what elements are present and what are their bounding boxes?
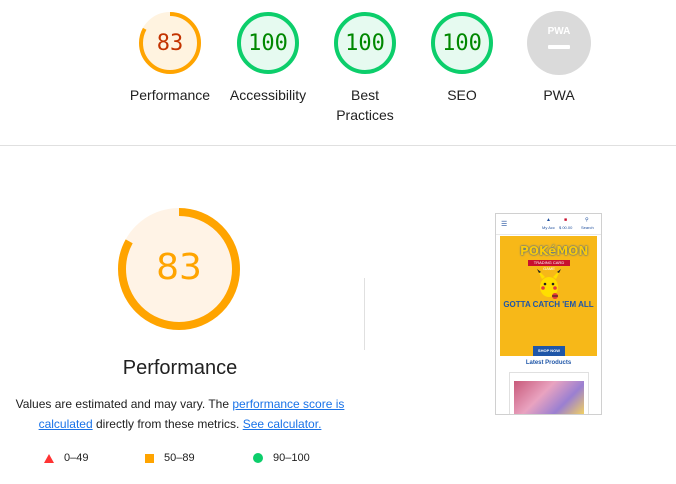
screenshot-product-card bbox=[509, 372, 589, 414]
gauge-performance-score: 83 bbox=[156, 30, 184, 56]
cart-icon: ■ bbox=[564, 217, 568, 223]
gauge-best-practices[interactable]: 100 bbox=[333, 11, 397, 75]
gauge-accessibility-score: 100 bbox=[248, 30, 288, 56]
gauge-seo[interactable]: 100 bbox=[430, 11, 494, 75]
performance-description: Values are estimated and may vary. The p… bbox=[12, 394, 348, 434]
gauge-accessibility-label[interactable]: Accessibility bbox=[218, 85, 318, 105]
screenshot-headline: GOTTA CATCH 'EM ALL bbox=[503, 300, 594, 309]
final-screenshot-thumbnail[interactable]: ☰ ▲ My Acc ■ $ 00.00 ⚲ Search POKéMON TR… bbox=[495, 213, 602, 415]
screenshot-nav-search: Search bbox=[581, 225, 594, 230]
screenshot-brand-logo: POKéMON bbox=[520, 244, 589, 258]
legend-average-range: 50–89 bbox=[164, 452, 195, 464]
gauge-pwa-label[interactable]: PWA bbox=[509, 85, 609, 105]
legend-fail-range: 0–49 bbox=[64, 452, 89, 464]
screenshot-navbar: ☰ ▲ My Acc ■ $ 00.00 ⚲ Search bbox=[496, 214, 601, 235]
triangle-icon bbox=[44, 453, 54, 463]
screenshot-product-image bbox=[514, 381, 584, 414]
circle-icon bbox=[253, 453, 263, 463]
legend-pass: 90–100 bbox=[253, 452, 310, 464]
square-icon bbox=[145, 453, 154, 463]
gauge-pwa[interactable]: PWA bbox=[527, 11, 591, 75]
gauge-accessibility[interactable]: 100 bbox=[236, 11, 300, 75]
gauge-seo-label[interactable]: SEO bbox=[412, 85, 512, 105]
gauge-best-practices-score: 100 bbox=[345, 30, 385, 56]
screenshot-nav-account: My Acc bbox=[542, 225, 555, 230]
pwa-badge-icon: PWA bbox=[527, 11, 591, 75]
screenshot-subbrand: TRADING CARD GAME bbox=[528, 260, 570, 271]
legend-pass-range: 90–100 bbox=[273, 452, 310, 464]
performance-main-score: 83 bbox=[156, 246, 202, 288]
search-icon: ⚲ bbox=[585, 217, 589, 223]
screenshot-latest-heading: Latest Products bbox=[525, 360, 572, 366]
gauge-best-practices-label[interactable]: Best Practices bbox=[325, 85, 405, 125]
performance-main-title: Performance bbox=[122, 357, 238, 379]
section-divider bbox=[0, 145, 676, 146]
user-icon: ▲ bbox=[546, 217, 551, 223]
screenshot-nav-cart: $ 00.00 bbox=[559, 225, 573, 230]
menu-icon: ☰ bbox=[501, 221, 508, 228]
screenshot-hero-banner: POKéMON TRADING CARD GAME GOTTA CATCH 'E… bbox=[500, 236, 597, 356]
screenshot-cta: SHOP NOW bbox=[533, 346, 565, 356]
legend-fail: 0–49 bbox=[44, 452, 88, 464]
vertical-divider bbox=[364, 278, 365, 350]
description-text-2: directly from these metrics. bbox=[92, 417, 243, 431]
gauge-seo-score: 100 bbox=[442, 30, 482, 56]
pikachu-icon bbox=[537, 269, 561, 299]
legend-average: 50–89 bbox=[145, 452, 195, 464]
description-text-1: Values are estimated and may vary. The bbox=[15, 397, 233, 411]
see-calculator-link[interactable]: See calculator. bbox=[243, 417, 322, 431]
pwa-badge-text: PWA bbox=[548, 26, 571, 37]
gauge-performance[interactable]: 83 bbox=[138, 11, 202, 75]
gauge-performance-label[interactable]: Performance bbox=[120, 85, 220, 105]
